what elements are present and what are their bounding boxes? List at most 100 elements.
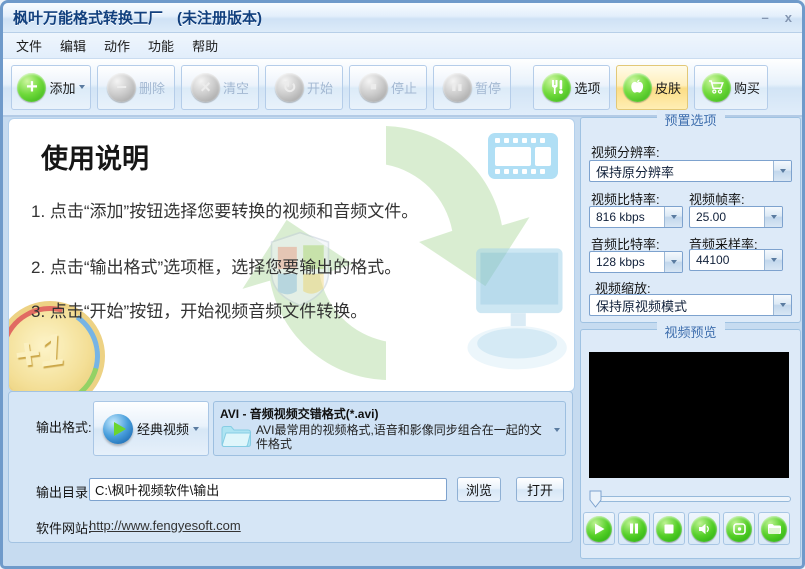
seek-slider[interactable] [589,490,791,508]
buy-button-label: 购买 [733,80,760,96]
preview-pause-button[interactable] [618,512,650,545]
menu-action[interactable]: 动作 [95,33,139,58]
video-preview-panel: 视频预览 [580,322,801,559]
format-category-button[interactable]: 经典视频 [93,401,209,456]
video-scale-value: 保持原视频模式 [596,298,688,314]
pause-bars-icon: ▮▮ [442,72,472,102]
instruction-step-1: 1. 点击“添加”按钮选择您要转换的视频和音频文件。 [31,202,419,221]
tools-icon [542,72,572,102]
preview-play-button[interactable] [583,512,615,545]
film-strip-icon [488,133,558,179]
clear-button[interactable]: × 清空 [181,64,259,110]
cyan-folder-icon [221,426,252,447]
options-button[interactable]: 选项 [533,64,610,110]
menu-function[interactable]: 功能 [139,33,183,58]
title-bar: 枫叶万能格式转换工厂 (未注册版本) – x [3,3,802,33]
website-label: 软件网站: [36,521,92,536]
chevron-down-icon[interactable] [664,207,682,227]
video-resolution-select[interactable]: 保持原分辨率 [589,160,792,182]
clear-x-icon: × [190,72,220,102]
seek-slider-track[interactable] [591,496,791,502]
close-button[interactable]: x [785,11,792,24]
pause-icon [621,515,647,542]
coin-text: +1 [10,324,68,381]
instruction-step-3: 3. 点击“开始”按钮，开始视频音频文件转换。 [31,302,368,321]
menu-edit[interactable]: 编辑 [51,33,95,58]
stop-icon [656,515,682,542]
audio-samplerate-value: 44100 [696,253,730,267]
output-panel: 输出格式: 经典视频 AVI - 音频视频交错格式(*.avi) AVI最常用的… [8,391,573,543]
volume-icon [691,515,717,542]
video-preview-screen [589,352,789,478]
audio-samplerate-select[interactable]: 44100 [689,249,783,271]
menu-help[interactable]: 帮助 [183,33,227,58]
stop-square-icon: ■ [358,72,388,102]
chevron-down-icon[interactable] [764,250,782,270]
preset-options-panel: 预置选项 视频分辨率: 保持原分辨率 视频比特率: 视频帧率: 816 kbps… [580,110,801,323]
skin-button[interactable]: 皮肤 [616,64,688,110]
output-directory-label: 输出目录: [36,485,92,500]
chevron-down-icon[interactable] [773,161,791,181]
apple-icon [622,72,652,102]
delete-button-label: 删除 [138,80,165,96]
seek-slider-thumb[interactable] [589,490,602,508]
add-plus-icon: + [17,72,47,102]
format-select-box[interactable]: AVI - 音频视频交错格式(*.avi) AVI最常用的视频格式,语音和影像同… [213,401,566,456]
format-name: AVI - 音频视频交错格式(*.avi) [220,407,379,421]
menu-file[interactable]: 文件 [7,33,51,58]
skin-button-label: 皮肤 [654,80,681,96]
format-category-label: 经典视频 [136,422,189,437]
audio-bitrate-select[interactable]: 128 kbps [589,251,683,273]
preview-snapshot-button[interactable] [723,512,755,545]
instruction-step-2: 2. 点击“输出格式”选项框，选择您要输出的格式。 [31,258,402,277]
license-badge: (未注册版本) [177,10,263,27]
add-button-label: 添加 [49,80,76,96]
window-controls: – x [762,11,792,24]
start-button[interactable]: ↻ 开始 [265,64,343,110]
video-bitrate-select[interactable]: 816 kbps [589,206,683,228]
minimize-button[interactable]: – [762,11,769,24]
toolbar: + 添加 − 删除 × 清空 ↻ 开始 ■ 停止 ▮▮ 暂停 选项 皮肤 购买 [3,59,802,117]
buy-button[interactable]: 购买 [694,64,768,110]
menu-bar: 文件 编辑 动作 功能 帮助 [3,33,802,59]
instructions-title: 使用说明 [41,144,149,174]
video-scale-select[interactable]: 保持原视频模式 [589,294,792,316]
browse-button[interactable]: 浏览 [457,477,501,502]
preview-folder-button[interactable] [758,512,790,545]
preview-volume-button[interactable] [688,512,720,545]
folder-icon [761,515,787,542]
video-framerate-select[interactable]: 25.00 [689,206,783,228]
classic-video-icon [102,413,133,444]
preview-stop-button[interactable] [653,512,685,545]
audio-bitrate-value: 128 kbps [596,255,645,269]
output-directory-input[interactable] [89,478,447,501]
app-window: 枫叶万能格式转换工厂 (未注册版本) – x 文件 编辑 动作 功能 帮助 + … [0,0,805,569]
chevron-down-icon[interactable] [554,428,560,432]
monitor-graphic [467,248,567,370]
video-preview-title: 视频预览 [656,322,725,341]
chevron-down-icon[interactable] [773,295,791,315]
video-resolution-label: 视频分辨率: [591,145,660,160]
add-button[interactable]: + 添加 [11,64,91,110]
cart-icon [701,72,731,102]
delete-button[interactable]: − 删除 [97,64,175,110]
website-link[interactable]: http://www.fengyesoft.com [89,518,241,533]
options-button-label: 选项 [574,80,601,96]
video-bitrate-value: 816 kbps [596,210,645,224]
window-title: 枫叶万能格式转换工厂 [13,10,164,27]
chevron-down-icon [193,426,199,431]
video-framerate-value: 25.00 [696,210,727,224]
open-button[interactable]: 打开 [516,477,564,502]
video-resolution-value: 保持原分辨率 [596,164,675,180]
content-area: +1 使用说明 1. 点击“添加”按钮选择您要转换的视频和音频文件。 2. 点击… [3,110,802,566]
chevron-down-icon[interactable] [764,207,782,227]
pause-button-label: 暂停 [474,80,501,96]
pause-button[interactable]: ▮▮ 暂停 [433,64,511,110]
output-format-label: 输出格式: [36,420,92,435]
preset-options-title: 预置选项 [656,110,725,129]
snapshot-icon [726,515,752,542]
chevron-down-icon [78,85,85,89]
start-refresh-icon: ↻ [274,72,304,102]
stop-button[interactable]: ■ 停止 [349,64,427,110]
chevron-down-icon[interactable] [664,252,682,272]
